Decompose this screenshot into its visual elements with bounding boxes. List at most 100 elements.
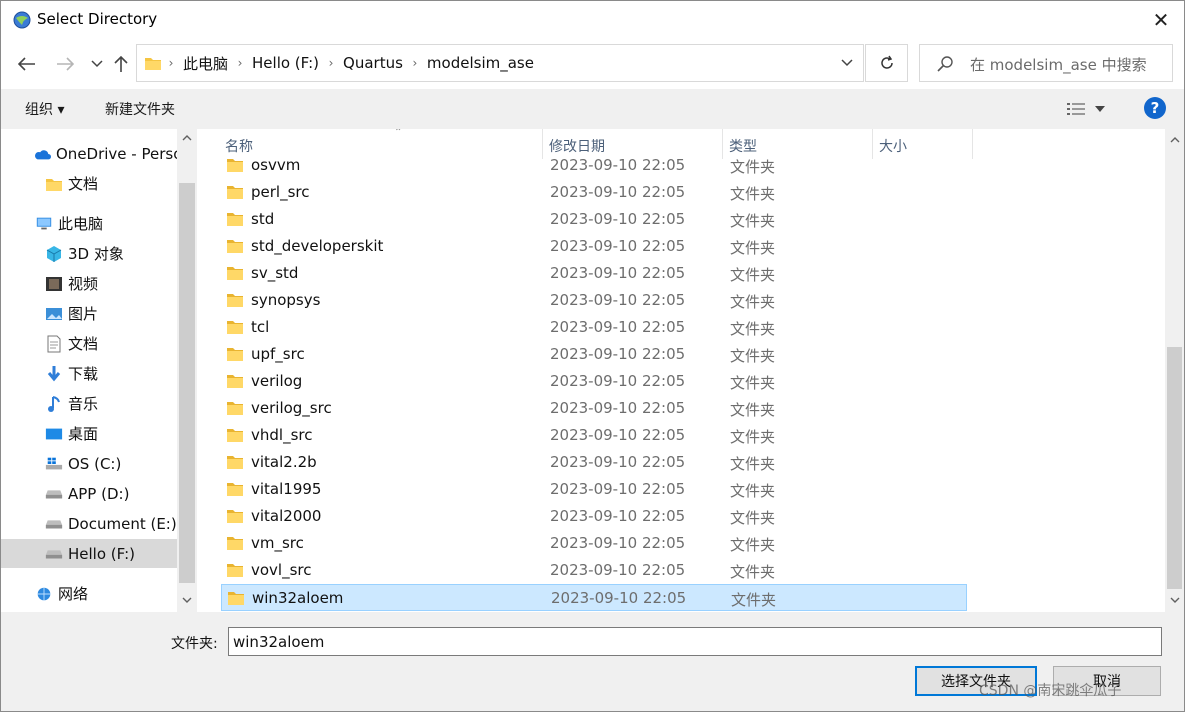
file-row[interactable]: std 2023-09-10 22:05 文件夹 [221,206,967,233]
file-row[interactable]: std_developerskit 2023-09-10 22:05 文件夹 [221,233,967,260]
column-size[interactable]: 大小 [873,129,973,159]
breadcrumb-modelsim[interactable]: modelsim_ase [425,54,536,72]
file-row[interactable]: perl_src 2023-09-10 22:05 文件夹 [221,179,967,206]
column-date[interactable]: 修改日期 [543,129,723,159]
folder-name-input[interactable] [228,627,1162,656]
breadcrumb-this-pc[interactable]: 此电脑 [181,53,230,74]
file-type: 文件夹 [731,591,777,609]
scroll-down-icon[interactable] [1165,591,1184,609]
sidebar-item[interactable]: Hello (F:) [1,539,177,568]
command-bar: 组织 ▾ 新建文件夹 [1,89,1184,129]
watermark: CSDN @南宋跳伞瓜子 [979,683,1122,699]
file-row[interactable]: vital2000 2023-09-10 22:05 文件夹 [221,503,967,530]
file-type: 文件夹 [730,563,776,581]
folder-icon [145,58,161,70]
sidebar-scroll-thumb[interactable] [179,183,195,583]
breadcrumb-quartus[interactable]: Quartus [341,54,405,72]
search-box[interactable]: 在 modelsim_ase 中搜索 [919,44,1173,82]
sidebar-item[interactable]: 音乐 [1,389,177,418]
up-button[interactable] [109,52,133,76]
file-type: 文件夹 [730,266,776,284]
sidebar-item[interactable]: 此电脑 [1,209,177,238]
file-row[interactable]: upf_src 2023-09-10 22:05 文件夹 [221,341,967,368]
back-arrow-icon [18,57,35,71]
file-row[interactable]: verilog 2023-09-10 22:05 文件夹 [221,368,967,395]
file-row[interactable]: win32aloem 2023-09-10 22:05 文件夹 [221,584,967,611]
back-button[interactable] [15,52,39,76]
file-list-scrollbar[interactable] [1165,129,1184,612]
file-row[interactable]: vital2.2b 2023-09-10 22:05 文件夹 [221,449,967,476]
file-row[interactable]: synopsys 2023-09-10 22:05 文件夹 [221,287,967,314]
sidebar-item-label: Hello (F:) [68,544,136,563]
breadcrumb: › 此电脑 › Hello (F:) › Quartus › modelsim_… [137,45,536,81]
organize-menu[interactable]: 组织 ▾ [25,99,64,119]
file-name: perl_src [251,183,310,201]
file-row[interactable]: sv_std 2023-09-10 22:05 文件夹 [221,260,967,287]
refresh-button[interactable] [865,44,908,82]
file-name: vovl_src [251,561,312,579]
close-icon: ✕ [1152,8,1170,32]
column-type[interactable]: 类型 [723,129,873,159]
new-folder-button[interactable]: 新建文件夹 [105,99,175,119]
network-icon [35,585,53,603]
column-name[interactable]: 名称 ⌃ [219,129,543,159]
address-bar[interactable]: › 此电脑 › Hello (F:) › Quartus › modelsim_… [136,44,864,82]
file-row[interactable]: vital1995 2023-09-10 22:05 文件夹 [221,476,967,503]
view-options-button[interactable] [1067,99,1111,119]
help-button[interactable]: ? [1144,97,1166,119]
file-row[interactable]: vhdl_src 2023-09-10 22:05 文件夹 [221,422,967,449]
sidebar-item[interactable]: 桌面 [1,419,177,448]
file-date: 2023-09-10 22:05 [550,372,686,390]
file-name: win32aloem [252,589,344,607]
scroll-up-icon[interactable] [177,129,197,147]
title-bar: Select Directory ✕ [1,1,1184,39]
file-row[interactable]: verilog_src 2023-09-10 22:05 文件夹 [221,395,967,422]
sidebar-item[interactable]: 下载 [1,359,177,388]
address-history-button[interactable] [837,53,857,73]
file-date: 2023-09-10 22:05 [550,561,686,579]
refresh-icon [880,55,893,69]
dialog-title: Select Directory [37,10,158,28]
recent-locations-button[interactable] [85,52,109,76]
scroll-down-icon[interactable] [177,591,197,609]
sidebar-item-label: 网络 [58,585,89,603]
file-date: 2023-09-10 22:05 [550,453,686,471]
file-date: 2023-09-10 22:05 [550,507,686,525]
sidebar-scrollbar[interactable] [177,129,197,612]
sidebar-item[interactable]: 3D 对象 [1,239,177,268]
sidebar-item-label: 音乐 [68,395,99,413]
sidebar-item[interactable]: 文档 [1,169,177,198]
file-date: 2023-09-10 22:05 [550,210,686,228]
file-row[interactable]: vovl_src 2023-09-10 22:05 文件夹 [221,557,967,584]
close-button[interactable]: ✕ [1138,1,1184,39]
file-date: 2023-09-10 22:05 [550,264,686,282]
breadcrumb-drive[interactable]: Hello (F:) [250,54,321,72]
sidebar-item[interactable]: 图片 [1,299,177,328]
videos-icon [45,275,63,293]
file-row[interactable]: vm_src 2023-09-10 22:05 文件夹 [221,530,967,557]
column-header: 名称 ⌃ 修改日期 类型 大小 [199,129,1165,159]
sidebar-item[interactable]: OneDrive - Perso [1,139,182,168]
sidebar-item[interactable]: 文档 [1,329,177,358]
sidebar-item[interactable]: APP (D:) [1,479,177,508]
file-row[interactable]: tcl 2023-09-10 22:05 文件夹 [221,314,967,341]
chevron-down-icon [91,60,103,68]
scroll-up-icon[interactable] [1165,131,1184,149]
sidebar-item[interactable]: 网络 [1,579,177,608]
file-list: osvvm 2023-09-10 22:05 文件夹 perl_src 2023-09-… [199,129,1165,612]
file-name: sv_std [251,264,299,282]
file-list-scroll-thumb[interactable] [1167,347,1182,589]
folder-icon [227,240,243,253]
sidebar-item[interactable]: Document (E:) [1,509,177,538]
breadcrumb-separator: › [237,56,243,70]
sidebar-item-label: 下载 [68,365,99,383]
sidebar-item-label: OS (C:) [68,454,122,473]
folder-icon [227,159,243,172]
folder-icon [227,348,243,361]
forward-button[interactable] [53,52,77,76]
onedrive-icon [33,145,51,163]
sidebar-item[interactable]: 视频 [1,269,177,298]
sidebar-item[interactable]: OS (C:) [1,449,177,478]
file-name: std [251,210,275,228]
folder-icon [45,175,63,193]
